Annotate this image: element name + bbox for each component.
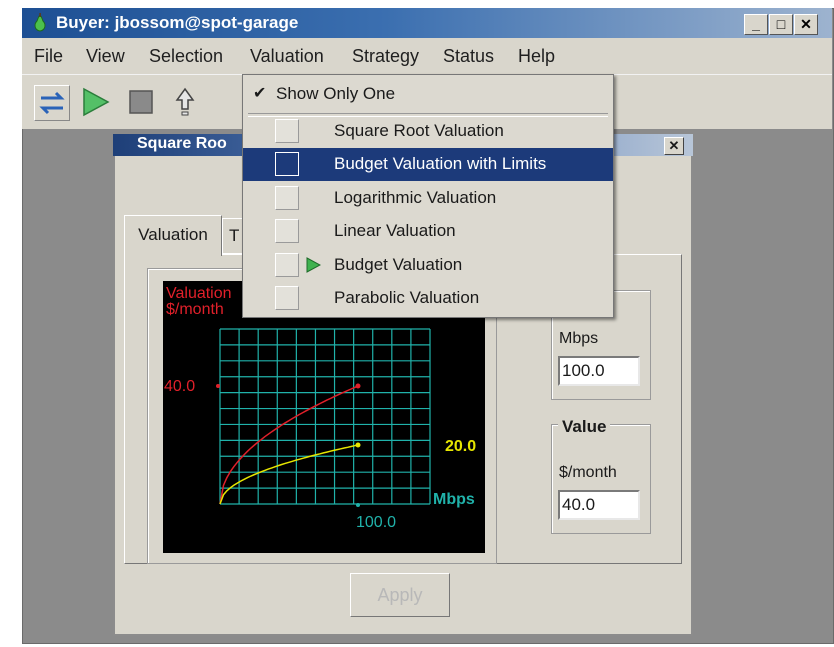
menu-item-label: Square Root Valuation <box>334 121 504 140</box>
tab-valuation[interactable]: Valuation <box>124 215 222 256</box>
checkbox-icon <box>275 253 299 277</box>
menu-strategy[interactable]: Strategy <box>352 46 419 67</box>
menu-item-label: Parabolic Valuation <box>334 288 480 307</box>
menu-item-label: Show Only One <box>276 84 396 103</box>
play-icon[interactable] <box>78 85 112 119</box>
stop-icon[interactable] <box>124 85 158 119</box>
title-bar[interactable]: Buyer: jbossom@spot-garage _ □ ✕ <box>22 8 832 38</box>
value-legend: Value <box>558 417 611 437</box>
menu-item-logarithmic-valuation[interactable]: Logarithmic Valuation <box>243 182 613 215</box>
rate-input[interactable]: 100.0 <box>558 356 640 386</box>
valuation-graph[interactable]: Valuation $/month 40.0 20.0 Mbps 100.0 <box>163 281 485 553</box>
menu-item-label: Linear Valuation <box>334 221 456 240</box>
menu-item-label: Budget Valuation <box>334 255 463 274</box>
red-curve-endpoint[interactable] <box>355 383 361 389</box>
swap-arrows-icon[interactable] <box>34 85 70 121</box>
dialog-close-button[interactable]: ✕ <box>664 137 684 155</box>
graph-y-value: 40.0 <box>164 378 195 395</box>
pear-app-icon <box>32 13 48 33</box>
maximize-button[interactable]: □ <box>769 14 793 35</box>
graph-grid <box>219 328 431 505</box>
menu-item-label: Logarithmic Valuation <box>334 188 497 207</box>
menu-view[interactable]: View <box>86 46 125 67</box>
x-axis-marker <box>356 503 360 507</box>
menu-help[interactable]: Help <box>518 46 555 67</box>
graph-x-unit: Mbps <box>433 491 475 508</box>
menu-item-budget-valuation-with-limits[interactable]: Budget Valuation with Limits <box>243 148 613 181</box>
graph-y-label-1: Valuation <box>166 285 232 302</box>
minimize-button[interactable]: _ <box>744 14 768 35</box>
menu-bar: File View Selection Valuation Strategy S… <box>22 38 832 74</box>
apply-button[interactable]: Apply <box>350 573 450 617</box>
menu-selection[interactable]: Selection <box>149 46 223 67</box>
menu-item-show-only-one[interactable]: ✔ Show Only One <box>243 78 613 111</box>
menu-item-square-root-valuation[interactable]: Square Root Valuation <box>243 115 613 148</box>
value-unit-label: $/month <box>559 464 617 481</box>
dialog-title: Square Roo <box>137 135 227 152</box>
play-icon <box>305 257 322 278</box>
checkbox-icon <box>275 286 299 310</box>
graph-y-label-2: $/month <box>166 301 224 318</box>
menu-valuation[interactable]: Valuation <box>250 46 324 67</box>
menu-item-parabolic-valuation[interactable]: Parabolic Valuation <box>243 282 613 315</box>
window-title: Buyer: jbossom@spot-garage <box>56 13 299 32</box>
rate-unit-label: Mbps <box>559 330 599 347</box>
up-arrow-icon[interactable] <box>168 85 202 119</box>
menu-file[interactable]: File <box>34 46 63 67</box>
checkbox-icon <box>275 152 299 176</box>
graph-x-value: 100.0 <box>356 514 396 531</box>
yellow-curve-endpoint[interactable] <box>355 442 361 448</box>
check-icon: ✔ <box>253 85 267 102</box>
menu-item-linear-valuation[interactable]: Linear Valuation <box>243 215 613 248</box>
menu-item-label: Budget Valuation with Limits <box>334 154 547 173</box>
menu-status[interactable]: Status <box>443 46 494 67</box>
checkbox-icon <box>275 219 299 243</box>
checkbox-icon <box>275 186 299 210</box>
close-button[interactable]: ✕ <box>794 14 818 35</box>
menu-item-budget-valuation[interactable]: Budget Valuation <box>243 249 613 282</box>
red-axis-marker <box>216 384 220 388</box>
yellow-valuation-curve <box>219 444 359 505</box>
graph-yellow-value: 20.0 <box>445 438 476 455</box>
value-input[interactable]: 40.0 <box>558 490 640 520</box>
red-valuation-curve <box>219 385 359 505</box>
checkbox-icon <box>275 119 299 143</box>
